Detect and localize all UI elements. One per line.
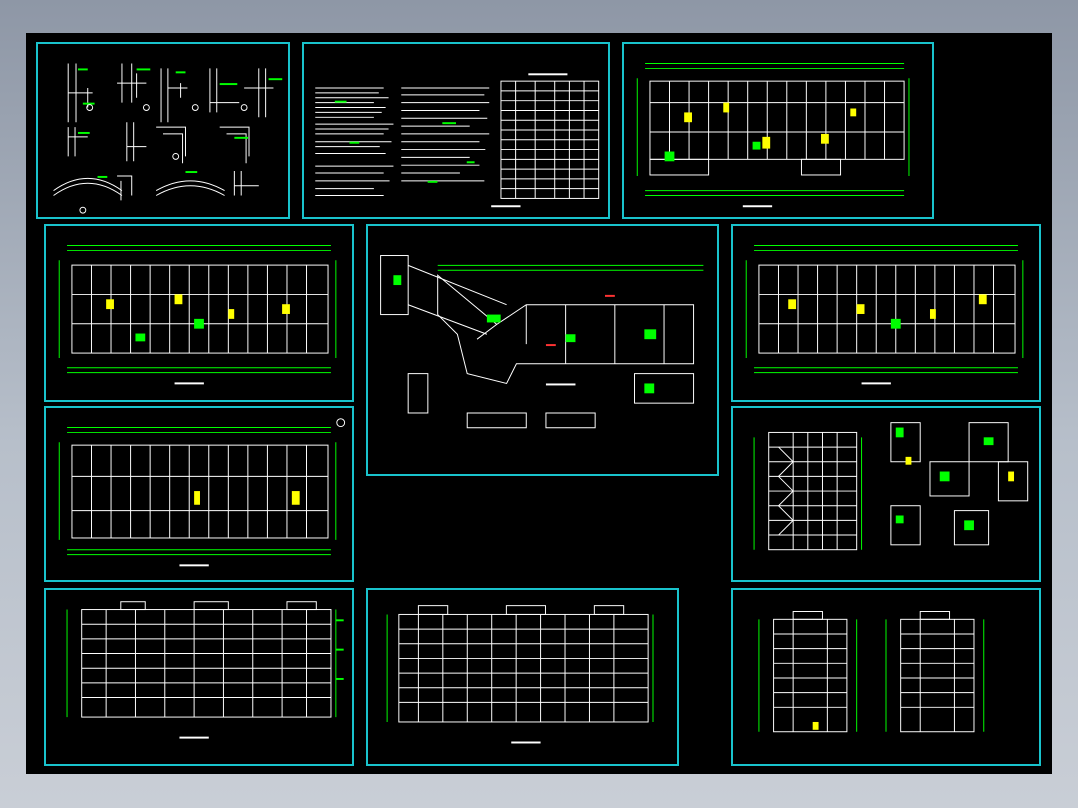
rear-elevation-drawing [386, 605, 654, 744]
design-notes-drawing [315, 73, 600, 208]
construction-details-drawing [53, 63, 283, 214]
sheet-floor-plan-1[interactable] [44, 224, 354, 402]
sheet-construction-details[interactable] [36, 42, 290, 219]
sheet-top-floor-plan[interactable] [622, 42, 934, 219]
sheet-front-elevation[interactable] [44, 588, 354, 766]
sheet-floor-plan-3[interactable] [44, 406, 354, 582]
sheet-floor-plan-2[interactable] [731, 224, 1041, 402]
stair-section-drawing [753, 422, 1029, 551]
floor-plan-2-drawing [745, 245, 1024, 385]
sheet-side-elevations[interactable] [731, 588, 1041, 766]
front-elevation-drawing [66, 601, 344, 739]
side-elevations-drawing [758, 611, 985, 733]
site-plan-drawing [380, 255, 704, 429]
sheet-rear-elevation[interactable] [366, 588, 679, 766]
sheet-design-notes[interactable] [302, 42, 610, 219]
floor-plan-3-drawing [58, 418, 346, 567]
cad-drawing-canvas [26, 33, 1052, 774]
sheet-stair-section[interactable] [731, 406, 1041, 582]
sheet-site-plan[interactable] [366, 224, 719, 476]
top-floor-plan-drawing [636, 63, 910, 208]
floor-plan-1-drawing [58, 245, 337, 385]
